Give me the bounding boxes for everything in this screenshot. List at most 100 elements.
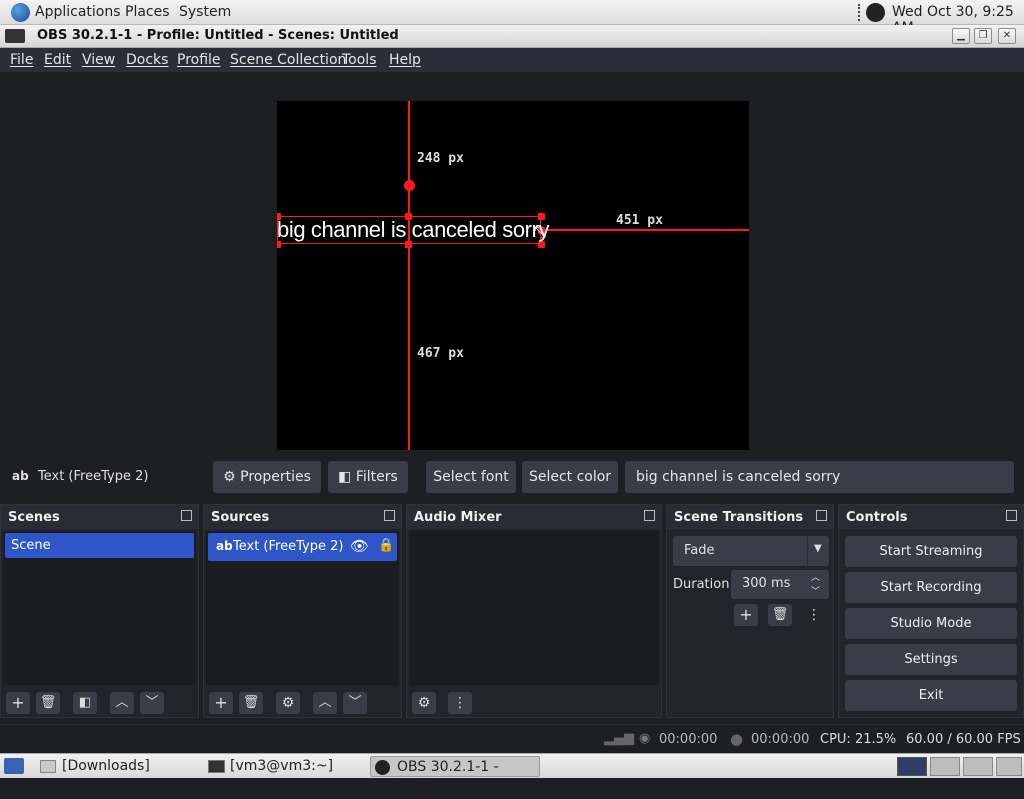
horizontal-guide	[541, 229, 749, 231]
controls-title: Controls	[839, 505, 1023, 529]
close-button[interactable]: ✕	[998, 28, 1016, 44]
add-source-button[interactable]: +	[209, 692, 233, 714]
preview-text: big channel is canceled sorry	[277, 217, 550, 242]
start-streaming-button[interactable]: Start Streaming	[845, 536, 1017, 567]
scene-item[interactable]: Scene	[5, 533, 194, 558]
move-up-button[interactable]: ︿	[313, 692, 337, 714]
obs-tray-icon[interactable]	[866, 3, 885, 22]
panel-handle-icon	[858, 4, 863, 21]
measure-right: 451 px	[616, 213, 663, 228]
spin-up-icon[interactable]: ︿	[811, 570, 820, 583]
undock-icon[interactable]	[181, 510, 192, 521]
undock-icon[interactable]	[384, 510, 395, 521]
transition-value: Fade	[684, 543, 715, 558]
transition-options-icon[interactable]: ⋮	[802, 604, 826, 626]
record-status-icon: ●	[730, 730, 744, 748]
menu-scene-collection[interactable]: Scene Collection	[230, 52, 346, 68]
system-menu[interactable]: System	[179, 4, 231, 20]
scene-transitions-dock: Scene Transitions Fade ▼ Duration 300 ms…	[666, 504, 834, 718]
obs-icon	[375, 760, 390, 775]
controls-dock: Controls Start Streaming Start Recording…	[838, 504, 1024, 718]
record-time: 00:00:00	[751, 732, 810, 747]
exit-button[interactable]: Exit	[845, 680, 1017, 711]
taskbar-obs[interactable]: OBS 30.2.1-1 - Profil...	[370, 756, 540, 796]
start-recording-button[interactable]: Start Recording	[845, 572, 1017, 603]
show-desktop-icon[interactable]	[4, 758, 24, 774]
move-up-button[interactable]: ︿	[110, 692, 134, 714]
maximize-button[interactable]: ❐	[974, 28, 992, 44]
scenes-title: Scenes	[1, 505, 198, 529]
remove-transition-button[interactable]: 🗑	[768, 604, 792, 626]
scenes-dock: Scenes Scene + 🗑 ◧ ︿ ﹀	[0, 504, 199, 718]
menu-help[interactable]: Help	[389, 52, 421, 68]
filter-icon: ◧	[338, 469, 352, 485]
cpu-usage: CPU: 21.5%	[820, 732, 897, 747]
menu-docks[interactable]: Docks	[126, 52, 168, 68]
workspace-2[interactable]	[930, 757, 960, 776]
settings-button[interactable]: Settings	[845, 644, 1017, 675]
measure-bottom: 467 px	[417, 346, 464, 361]
window-title: OBS 30.2.1-1 - Profile: Untitled - Scene…	[37, 28, 399, 43]
terminal-icon	[208, 760, 225, 773]
folder-icon	[40, 760, 56, 773]
source-label: Text (FreeType 2)	[233, 539, 344, 554]
sources-dock: Sources ab Text (FreeType 2) 👁 🔒 + 🗑 ⚙ ︿…	[203, 504, 402, 718]
taskbar-terminal[interactable]: [vm3@vm3:~]	[204, 756, 364, 777]
cursor-icon: ⤡	[534, 223, 547, 241]
move-down-button[interactable]: ﹀	[140, 692, 164, 714]
duration-input[interactable]: 300 ms ︿ ﹀	[731, 570, 829, 599]
sources-title: Sources	[204, 505, 401, 529]
select-font-button[interactable]: Select font	[426, 461, 516, 493]
menu-tools[interactable]: Tools	[342, 52, 377, 68]
distro-logo-icon[interactable]	[11, 3, 30, 22]
advanced-audio-button[interactable]: ⚙	[412, 692, 436, 714]
scenes-list[interactable]: Scene	[3, 531, 196, 685]
source-properties-button[interactable]: ⚙	[276, 692, 300, 714]
add-transition-button[interactable]: +	[734, 604, 758, 626]
studio-mode-button[interactable]: Studio Mode	[845, 608, 1017, 639]
chevron-down-icon: ▼	[814, 543, 822, 554]
menu-file[interactable]: File	[10, 52, 33, 68]
source-toolbar: ab Text (FreeType 2) ⚙ Properties ◧ Filt…	[0, 458, 1024, 496]
menu-view[interactable]: View	[82, 52, 115, 68]
menu-edit[interactable]: Edit	[44, 52, 71, 68]
audio-mixer-title: Audio Mixer	[407, 505, 661, 529]
lock-icon[interactable]: 🔒	[378, 538, 394, 553]
more-options-icon[interactable]: ⋮	[448, 692, 472, 714]
workspace-4[interactable]	[996, 757, 1022, 776]
eye-icon[interactable]: 👁	[350, 537, 369, 555]
applications-menu[interactable]: Applications	[35, 4, 121, 20]
preview-canvas[interactable]: big channel is canceled sorry ⤡ 248 px 4…	[277, 101, 749, 450]
workspace-3[interactable]	[963, 757, 993, 776]
text-input[interactable]: big channel is canceled sorry	[625, 461, 1014, 493]
source-item[interactable]: ab Text (FreeType 2) 👁 🔒	[208, 533, 397, 561]
window-titlebar[interactable]: OBS 30.2.1-1 - Profile: Untitled - Scene…	[0, 25, 1024, 48]
spin-down-icon[interactable]: ﹀	[811, 584, 820, 597]
signal-bars-icon: ▂▄▆	[604, 731, 634, 746]
gear-icon: ⚙	[223, 469, 236, 485]
add-scene-button[interactable]: +	[6, 692, 30, 714]
undock-icon[interactable]	[644, 510, 655, 521]
undock-icon[interactable]	[1006, 510, 1017, 521]
remove-scene-button[interactable]: 🗑	[36, 692, 60, 714]
transition-select[interactable]: Fade ▼	[673, 536, 829, 566]
menu-profile[interactable]: Profile	[177, 52, 221, 68]
minimize-button[interactable]: ▁	[952, 28, 970, 44]
scene-filters-button[interactable]: ◧	[73, 692, 97, 714]
workspace-1[interactable]	[897, 757, 927, 776]
window-menu-icon[interactable]	[5, 29, 25, 43]
selected-source-name: Text (FreeType 2)	[38, 469, 149, 484]
select-color-button[interactable]: Select color	[522, 461, 618, 493]
filters-button[interactable]: ◧ Filters	[328, 461, 408, 493]
undock-icon[interactable]	[816, 510, 827, 521]
properties-button[interactable]: ⚙ Properties	[213, 461, 321, 493]
remove-source-button[interactable]: 🗑	[239, 692, 263, 714]
move-down-button[interactable]: ﹀	[343, 692, 367, 714]
fps-readout: 60.00 / 60.00 FPS	[906, 732, 1021, 747]
sources-list[interactable]: ab Text (FreeType 2) 👁 🔒	[206, 531, 399, 685]
menubar: File Edit View Docks Profile Scene Colle…	[0, 48, 1024, 72]
taskbar-downloads[interactable]: [Downloads]	[36, 756, 196, 777]
guide-handle[interactable]	[404, 180, 415, 191]
vertical-guide	[408, 101, 410, 450]
places-menu[interactable]: Places	[125, 4, 170, 20]
